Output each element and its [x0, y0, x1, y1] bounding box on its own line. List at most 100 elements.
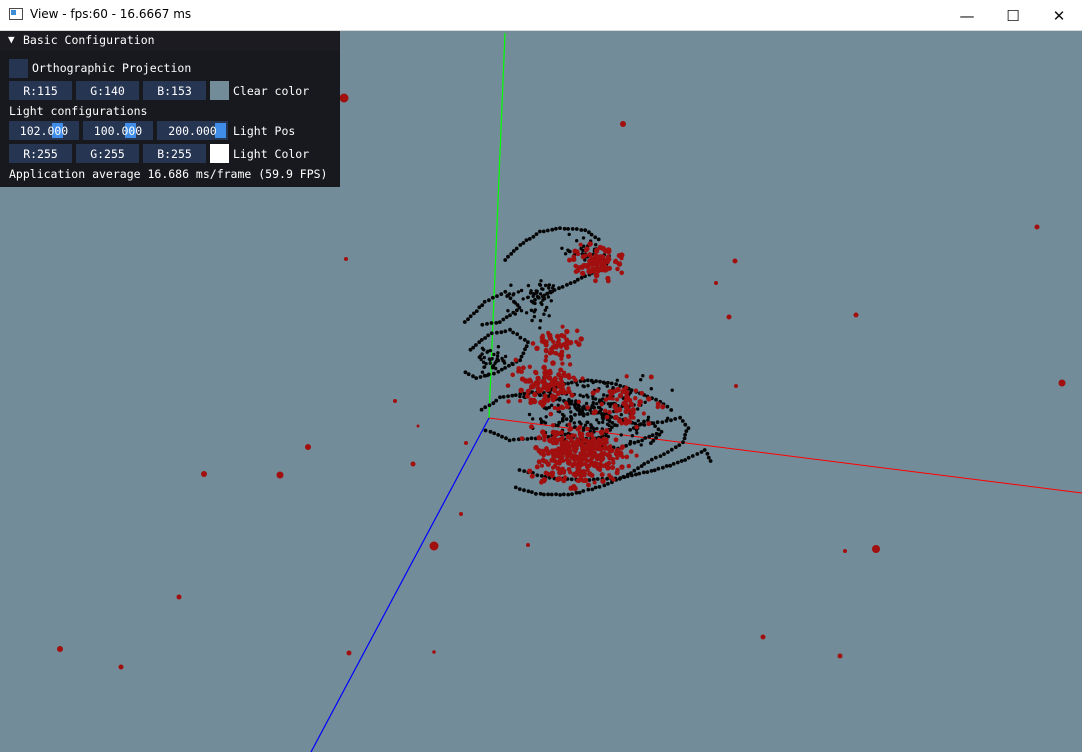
black-point	[494, 366, 498, 371]
black-point	[614, 382, 618, 387]
ortho-checkbox[interactable]	[9, 59, 28, 78]
black-point	[581, 394, 585, 399]
black-point	[541, 298, 545, 302]
black-point	[686, 455, 691, 460]
red-point	[577, 432, 583, 438]
black-point	[632, 468, 637, 473]
light-color-swatch[interactable]	[210, 144, 229, 163]
black-point	[601, 417, 605, 421]
light-color-r-input[interactable]: R:255	[9, 144, 72, 163]
red-point	[550, 360, 556, 366]
panel-header[interactable]: ▼ Basic Configuration	[0, 31, 340, 50]
black-point	[542, 293, 547, 297]
red-point	[520, 365, 526, 371]
black-point	[609, 381, 614, 386]
clear-color-g-input[interactable]: G:140	[76, 81, 139, 100]
red-point	[523, 378, 529, 384]
light-color-b-input[interactable]: B:255	[143, 144, 206, 163]
black-point	[529, 308, 534, 312]
black-point	[544, 406, 548, 410]
red-point	[575, 470, 581, 477]
red-point	[575, 426, 581, 432]
black-point	[603, 381, 607, 385]
black-point	[474, 343, 478, 347]
title-bar[interactable]: View - fps:60 - 16.6667 ms — ☐ ✕	[0, 0, 1082, 31]
clear-color-r-input[interactable]: R:115	[9, 81, 72, 100]
red-point	[541, 400, 547, 406]
red-point	[615, 266, 620, 272]
black-point	[639, 378, 643, 382]
red-point	[1034, 224, 1040, 230]
red-point	[610, 389, 616, 395]
black-point	[666, 416, 670, 420]
black-point	[534, 289, 538, 293]
light-pos-y-value: 100.000	[93, 123, 143, 138]
black-point	[516, 290, 521, 294]
red-point	[584, 246, 590, 252]
collapse-arrow-icon[interactable]: ▼	[8, 33, 15, 46]
red-point	[550, 397, 556, 403]
black-point	[602, 483, 607, 488]
red-point	[576, 399, 582, 405]
black-point	[575, 277, 580, 282]
red-point	[655, 404, 661, 410]
black-point	[491, 401, 496, 406]
clear-color-b-input[interactable]: B:153	[143, 81, 206, 100]
black-point	[483, 405, 488, 410]
black-point	[554, 492, 558, 497]
black-point	[658, 454, 663, 458]
red-point	[548, 411, 554, 417]
red-point	[587, 471, 593, 477]
red-point	[613, 258, 618, 263]
black-point	[558, 396, 562, 400]
black-point	[590, 487, 595, 492]
red-point	[344, 257, 348, 261]
red-point	[546, 387, 551, 392]
red-point	[506, 399, 511, 404]
black-point	[643, 436, 648, 440]
light-pos-x-slider[interactable]: 102.000	[9, 121, 79, 140]
red-point	[529, 473, 535, 479]
minimize-button[interactable]: —	[944, 0, 990, 31]
black-point	[546, 492, 550, 497]
red-point	[843, 549, 847, 553]
black-point	[538, 292, 543, 296]
light-color-g-input[interactable]: G:255	[76, 144, 139, 163]
black-point	[585, 420, 589, 424]
black-point	[655, 420, 660, 425]
black-point	[562, 226, 567, 231]
red-point	[639, 390, 645, 396]
black-point	[480, 370, 485, 374]
red-point	[602, 248, 609, 254]
black-point	[670, 388, 674, 392]
black-point	[499, 330, 504, 335]
red-point	[616, 387, 621, 392]
black-point	[630, 434, 635, 438]
black-point	[506, 254, 510, 259]
red-point	[559, 349, 565, 355]
black-point	[601, 420, 605, 424]
black-point	[642, 423, 647, 427]
black-point	[591, 426, 595, 430]
black-point	[547, 283, 552, 287]
black-point	[489, 321, 494, 325]
red-point	[760, 634, 766, 640]
red-point	[599, 431, 604, 436]
light-pos-y-slider[interactable]: 100.000	[83, 121, 153, 140]
red-point	[566, 466, 572, 472]
close-button[interactable]: ✕	[1036, 0, 1082, 31]
black-point	[642, 419, 646, 424]
red-point	[734, 384, 738, 388]
black-point	[601, 414, 605, 418]
light-pos-z-slider[interactable]: 200.000	[157, 121, 228, 140]
maximize-button[interactable]: ☐	[990, 0, 1036, 31]
red-point	[566, 372, 572, 378]
black-point	[625, 474, 630, 479]
clear-color-swatch[interactable]	[210, 81, 229, 100]
red-point	[608, 475, 614, 480]
black-point	[513, 301, 518, 305]
black-point	[535, 294, 540, 299]
black-point	[683, 432, 687, 437]
light-pos-label: Light Pos	[233, 124, 296, 138]
black-point	[474, 309, 479, 313]
